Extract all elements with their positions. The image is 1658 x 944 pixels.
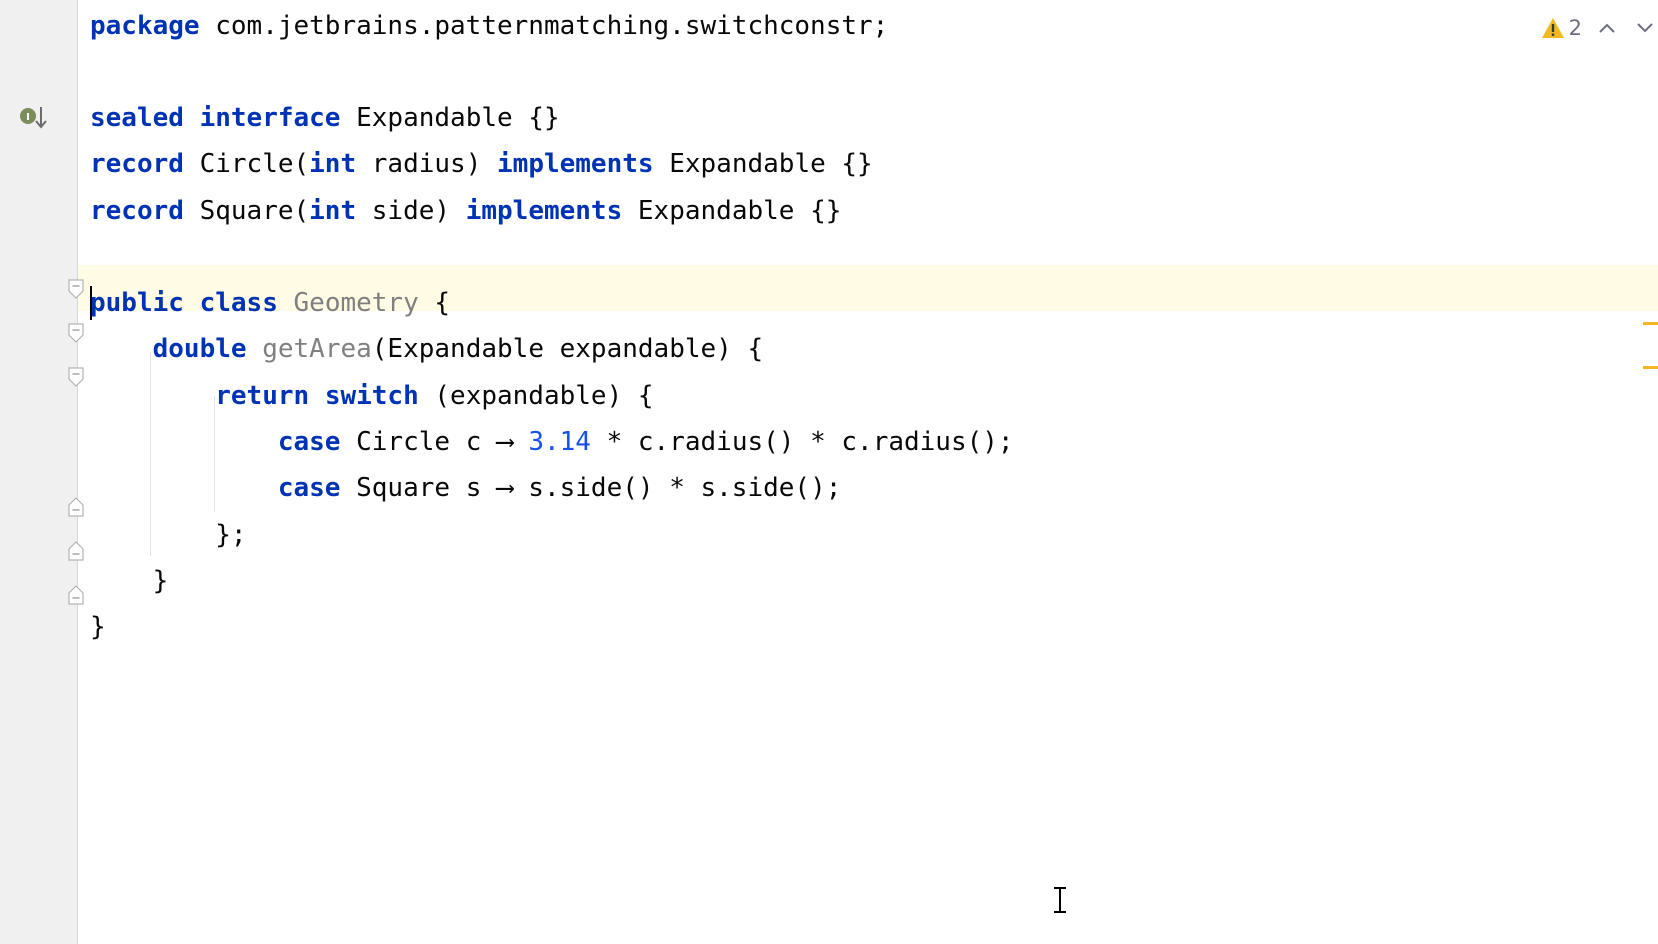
previous-highlight-button[interactable] (1596, 17, 1618, 39)
code-token: Expandable {} (653, 149, 873, 179)
code-token: Square s ⟶ s.side() * s.side(); (340, 473, 842, 503)
fold-icon[interactable] (68, 367, 84, 387)
keyword-token: implements (465, 196, 623, 226)
fold-icon[interactable] (68, 279, 84, 299)
code-line[interactable]: double getArea(Expandable expandable) { (90, 326, 764, 372)
code-line[interactable]: sealed interface Expandable {} (90, 95, 560, 141)
code-line[interactable]: } (90, 558, 169, 604)
code-token: Circle( (183, 149, 310, 179)
unused-symbol-token: getArea (262, 334, 372, 364)
warning-stripe-marker[interactable] (1643, 366, 1658, 369)
keyword-token: interface (199, 103, 341, 133)
code-line[interactable]: public class Geometry { (90, 280, 450, 326)
warning-triangle-icon (1541, 18, 1564, 38)
chevron-up-icon (1599, 23, 1615, 33)
keyword-token: sealed (90, 103, 184, 133)
code-token: } (90, 566, 169, 596)
code-line[interactable]: return switch (expandable) { (90, 373, 654, 419)
code-token: Expandable {} (622, 196, 842, 226)
fold-end-icon[interactable] (68, 541, 84, 561)
implemented-interface-icon[interactable]: I (18, 104, 52, 132)
keyword-token: switch (324, 381, 419, 411)
code-token: Circle c ⟶ (340, 427, 529, 457)
code-token: * c.radius() * c.radius(); (590, 427, 1014, 457)
inspection-widget: 2 (1541, 10, 1658, 46)
fold-icon[interactable] (68, 323, 84, 343)
keyword-token: case (277, 473, 341, 503)
code-token: radius) (356, 149, 498, 179)
next-highlight-button[interactable] (1634, 17, 1656, 39)
code-token: } (90, 612, 106, 642)
keyword-token: int (309, 149, 357, 179)
text-cursor-icon (1054, 887, 1066, 913)
keyword-token: return (215, 381, 310, 411)
code-token: Expandable {} (340, 103, 560, 133)
keyword-token: class (199, 288, 278, 318)
keyword-token: public (90, 288, 184, 318)
keyword-token: int (309, 196, 357, 226)
code-line[interactable]: } (90, 604, 106, 650)
code-token: Square( (183, 196, 310, 226)
code-token: side) (356, 196, 466, 226)
warning-count: 2 (1568, 16, 1582, 40)
keyword-token: implements (497, 149, 654, 179)
chevron-down-icon (1637, 23, 1653, 33)
code-token: }; (90, 520, 247, 550)
warning-stripe-marker[interactable] (1643, 322, 1658, 325)
keyword-token: record (90, 196, 184, 226)
code-token: (Expandable expandable) { (371, 334, 764, 364)
keyword-token: double (152, 334, 247, 364)
code-token: com.jetbrains.patternmatching.switchcons… (199, 11, 889, 41)
keyword-token: record (90, 149, 184, 179)
svg-text:I: I (26, 112, 30, 123)
code-line[interactable]: record Circle(int radius) implements Exp… (90, 141, 873, 187)
code-editor[interactable]: I package com.jetbrains.patternmatching.… (0, 0, 1658, 944)
code-line[interactable]: case Circle c ⟶ 3.14 * c.radius() * c.ra… (90, 419, 1014, 465)
fold-end-icon[interactable] (68, 497, 84, 517)
editor-gutter[interactable] (0, 0, 78, 944)
number-token: 3.14 (528, 427, 591, 457)
code-token: { (418, 288, 451, 318)
code-line[interactable]: package com.jetbrains.patternmatching.sw… (90, 3, 888, 49)
unused-symbol-token: Geometry (293, 288, 419, 318)
text-caret (90, 286, 92, 320)
code-line[interactable]: record Square(int side) implements Expan… (90, 188, 841, 234)
code-line[interactable]: }; (90, 512, 247, 558)
keyword-token: case (277, 427, 341, 457)
keyword-token: package (90, 11, 200, 41)
code-token: (expandable) { (418, 381, 654, 411)
code-line[interactable]: case Square s ⟶ s.side() * s.side(); (90, 465, 842, 511)
fold-end-icon[interactable] (68, 585, 84, 605)
warnings-indicator[interactable]: 2 (1541, 16, 1582, 40)
